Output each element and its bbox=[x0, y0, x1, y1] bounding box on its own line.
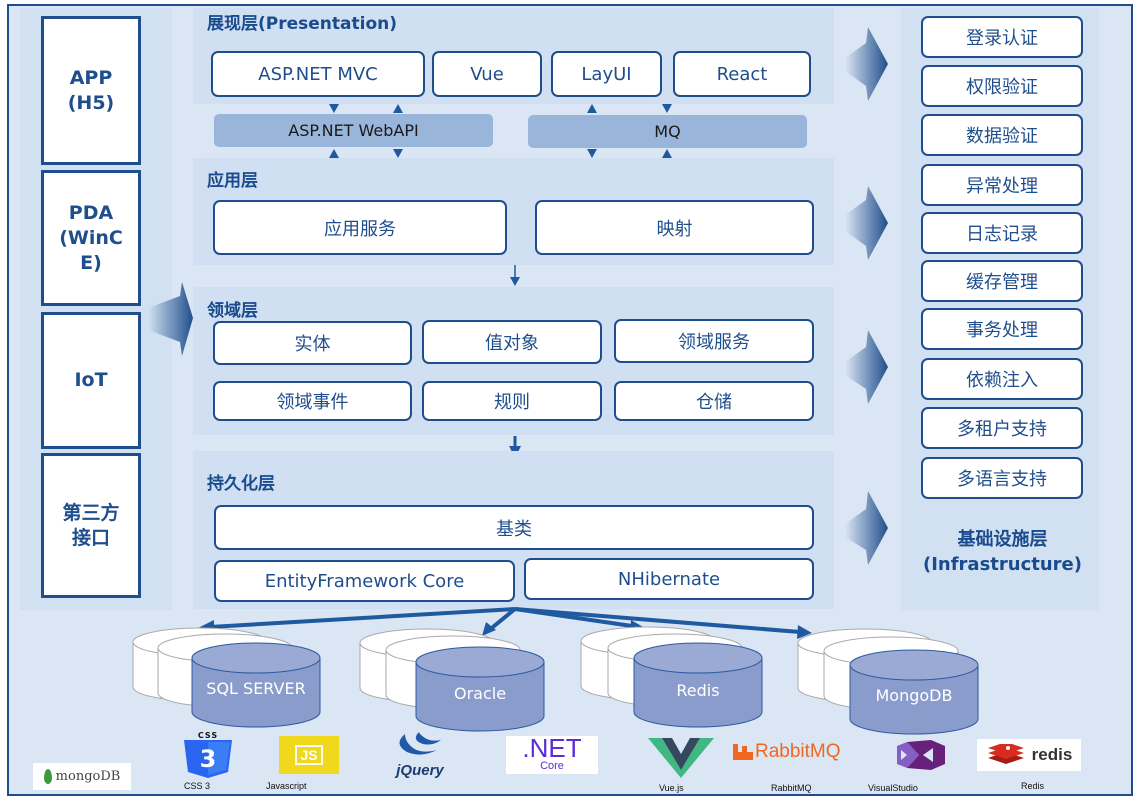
caption-vue: Vue.js bbox=[659, 783, 684, 793]
jquery-swoosh-icon bbox=[399, 732, 441, 755]
mongodb-logo-text: mongoDB bbox=[55, 769, 121, 784]
db-label-mongodb: MongoDB bbox=[875, 686, 953, 705]
css3-top-text: CSS bbox=[197, 731, 219, 740]
rabbitmq-icon bbox=[733, 744, 753, 760]
css3-shield-icon: 3 bbox=[184, 740, 232, 778]
caption-visualstudio: VisualStudio bbox=[868, 783, 918, 793]
redis-logo-text: redis bbox=[1031, 745, 1073, 764]
logo-redis: redis bbox=[977, 739, 1081, 771]
dotnet-core-text: Core bbox=[540, 760, 564, 772]
logo-jquery: jQuery bbox=[383, 730, 457, 780]
jquery-logo-text: jQuery bbox=[396, 762, 444, 779]
svg-text:3: 3 bbox=[200, 745, 217, 773]
js-mark: JS bbox=[295, 745, 323, 765]
db-label-sqlserver: SQL SERVER bbox=[206, 679, 306, 698]
databases-layer bbox=[132, 607, 979, 735]
db-sqlserver-icon bbox=[132, 627, 321, 728]
logo-dotnet-core: .NET Core bbox=[506, 733, 598, 774]
caption-redis: Redis bbox=[1021, 781, 1045, 791]
logo-javascript: JS bbox=[279, 736, 339, 774]
redis-stack-icon bbox=[987, 744, 1024, 764]
db-label-redis: Redis bbox=[676, 681, 720, 700]
rabbitmq-logo-text: RabbitMQ bbox=[755, 741, 841, 762]
db-oracle-icon bbox=[359, 628, 545, 732]
caption-css3: CSS 3 bbox=[184, 781, 211, 791]
db-label-oracle: Oracle bbox=[453, 684, 507, 703]
db-mongodb-icon bbox=[797, 628, 979, 735]
logo-mongodb: mongoDB bbox=[33, 763, 131, 790]
vue-logo-icon bbox=[648, 738, 714, 778]
db-redis-icon bbox=[580, 626, 763, 728]
visualstudio-logo-icon bbox=[897, 740, 945, 770]
logo-rabbitmq: RabbitMQ bbox=[733, 741, 841, 763]
logo-css3: CSS 3 bbox=[182, 731, 234, 782]
dotnet-logo-text: .NET bbox=[522, 733, 582, 763]
caption-rabbitmq: RabbitMQ bbox=[771, 783, 812, 793]
caption-javascript: Javascript bbox=[266, 781, 307, 791]
mongodb-leaf-icon bbox=[43, 769, 52, 784]
